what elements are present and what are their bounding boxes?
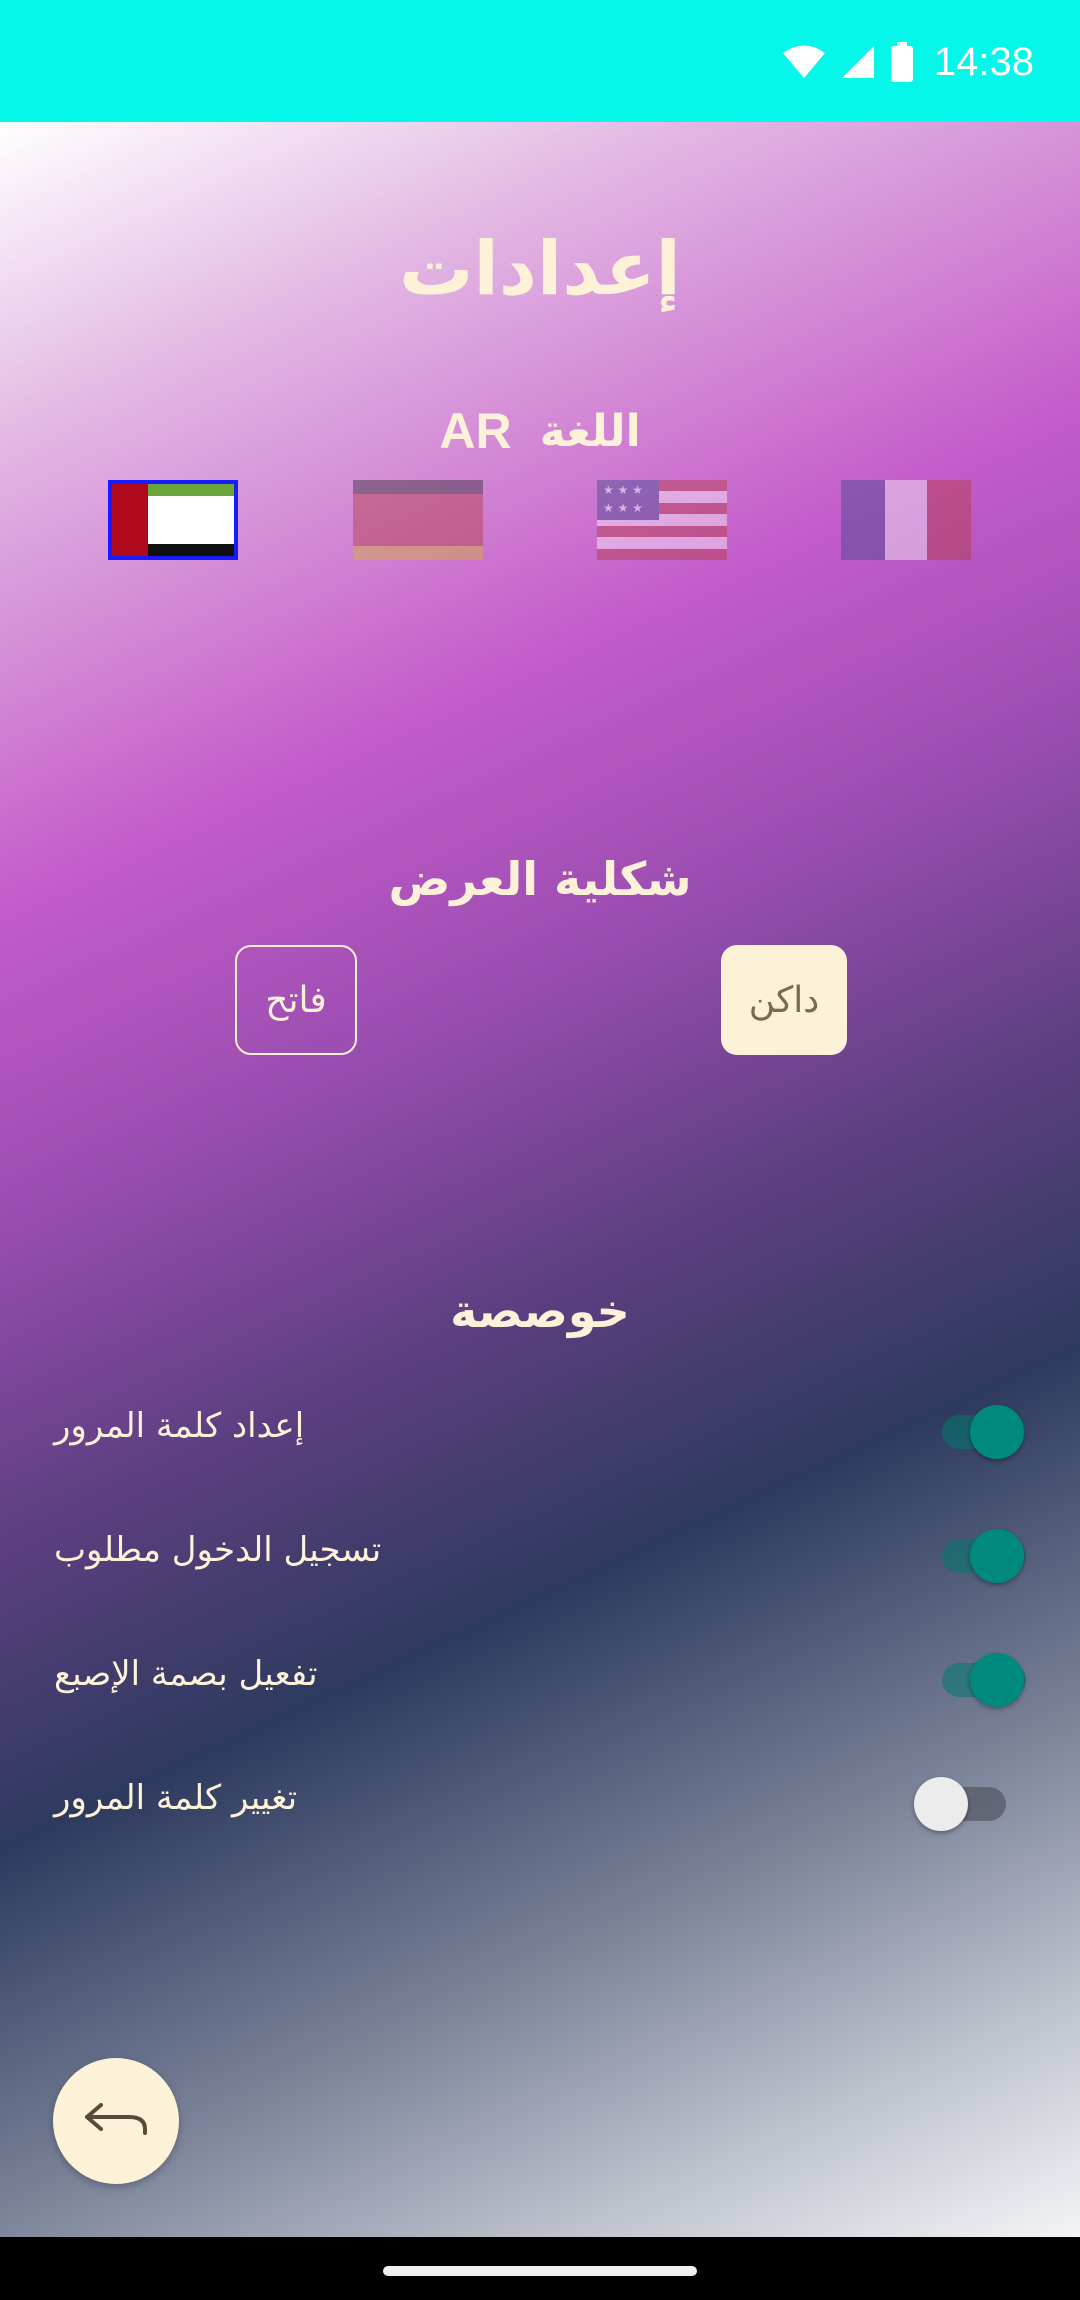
back-arrow-icon [81, 2099, 151, 2143]
setting-label: تغيير كلمة المرور [54, 1778, 298, 1818]
light-theme-button[interactable]: فاتح [235, 945, 357, 1055]
setting-row-fingerprint: تفعيل بصمة الإصبع [0, 1629, 1080, 1719]
usa-flag-icon: ★ ★ ★ ★ ★ ★ [597, 480, 727, 560]
uae-flag-icon [112, 484, 234, 556]
status-bar: 14:38 [0, 0, 1080, 122]
set-password-toggle[interactable] [930, 1381, 1040, 1471]
svg-text:★ ★ ★: ★ ★ ★ [603, 483, 643, 497]
setting-row-login-required: تسجيل الدخول مطلوب [0, 1505, 1080, 1595]
setting-label: إعداد كلمة المرور [54, 1406, 305, 1446]
settings-content: إعدادات AR اللغة ★ ★ ★ ★ ★ ★ شكلية العرض… [0, 122, 1080, 2237]
toggle-thumb [970, 1529, 1024, 1583]
battery-icon [890, 42, 914, 82]
cellular-signal-icon [840, 44, 876, 80]
login-required-toggle[interactable] [930, 1505, 1040, 1595]
display-mode-title: شكلية العرض [388, 852, 692, 906]
change-password-toggle[interactable] [910, 1753, 1020, 1843]
privacy-title: خوصصة [450, 1284, 630, 1338]
wifi-icon [782, 44, 826, 80]
setting-label: تسجيل الدخول مطلوب [54, 1530, 382, 1570]
status-time: 14:38 [933, 39, 1034, 84]
language-label: اللغة [539, 405, 641, 457]
usa-flag-button[interactable]: ★ ★ ★ ★ ★ ★ [597, 480, 727, 560]
back-button[interactable] [53, 2058, 179, 2184]
dark-theme-button[interactable]: داكن [721, 945, 847, 1055]
toggle-thumb [970, 1405, 1024, 1459]
germany-flag-icon [353, 480, 483, 560]
france-flag-icon [841, 480, 971, 560]
home-gesture-handle[interactable] [383, 2266, 697, 2276]
uae-flag-button[interactable] [108, 480, 238, 560]
france-flag-button[interactable] [841, 480, 971, 560]
settings-screen: 14:38 إعدادات AR اللغة ★ ★ ★ ★ ★ ★ شكلية… [0, 0, 1080, 2300]
page-title: إعدادات [399, 226, 681, 312]
setting-row-set-password: إعداد كلمة المرور [0, 1381, 1080, 1471]
setting-label: تفعيل بصمة الإصبع [54, 1654, 318, 1694]
toggle-thumb [970, 1653, 1024, 1707]
setting-row-change-password: تغيير كلمة المرور [0, 1753, 1080, 1843]
navigation-bar [0, 2237, 1080, 2300]
svg-text:★ ★ ★: ★ ★ ★ [603, 501, 643, 515]
current-language-code: AR [439, 403, 512, 459]
germany-flag-button[interactable] [353, 480, 483, 560]
language-header: AR اللغة [0, 402, 1080, 460]
status-icons: 14:38 [782, 36, 1034, 88]
toggle-thumb [914, 1777, 968, 1831]
fingerprint-toggle[interactable] [930, 1629, 1040, 1719]
